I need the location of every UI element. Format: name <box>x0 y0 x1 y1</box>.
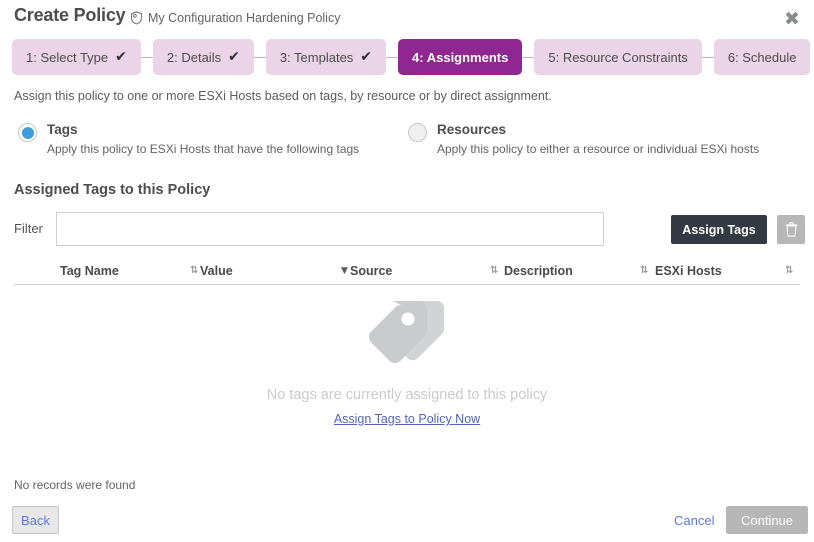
back-button[interactable]: Back <box>12 506 59 534</box>
radio-indicator-tags[interactable] <box>18 123 37 142</box>
radio-label-tags: Tags <box>47 122 78 137</box>
assign-tags-to-policy-now-link[interactable]: Assign Tags to Policy Now <box>334 412 480 426</box>
wizard-step-label: 4: Assignments <box>412 49 509 65</box>
policy-name-breadcrumb: My Configuration Hardening Policy <box>130 11 340 25</box>
sort-icon[interactable]: ⇅ <box>785 266 793 276</box>
instructions-text: Assign this policy to one or more ESXi H… <box>14 89 552 103</box>
column-header-tag-name[interactable]: Tag Name ⇅ <box>60 258 198 284</box>
wizard-step-templates[interactable]: 3: Templates ✔ <box>265 39 387 75</box>
assign-tags-button[interactable]: Assign Tags <box>671 215 767 244</box>
check-icon: ✔ <box>360 49 373 65</box>
page-title: Create Policy <box>14 5 126 25</box>
wizard-step-resource-constraints[interactable]: 5: Resource Constraints <box>534 39 702 75</box>
sort-icon-desc[interactable]: ▼ <box>341 266 348 276</box>
shield-icon <box>130 11 143 25</box>
records-status-text: No records were found <box>14 478 136 492</box>
wizard-step-label: 6: Schedule <box>727 49 797 65</box>
column-header-esxi-hosts[interactable]: ESXi Hosts ⇅ <box>655 258 795 284</box>
wizard-step-assignments[interactable]: 4: Assignments <box>398 39 523 75</box>
step-separator <box>522 56 535 58</box>
empty-state-message: No tags are currently assigned to this p… <box>266 387 548 403</box>
step-separator <box>253 56 266 58</box>
column-header-label: Value <box>200 264 233 278</box>
check-icon: ✔ <box>115 49 127 65</box>
trash-icon <box>785 222 798 237</box>
wizard-step-label: 5: Resource Constraints <box>548 49 688 65</box>
delete-button[interactable] <box>777 215 805 244</box>
cancel-button[interactable]: Cancel <box>666 506 722 534</box>
wizard-step-label: 3: Templates <box>279 49 354 65</box>
section-title-assigned-tags: Assigned Tags to this Policy <box>14 182 211 198</box>
wizard-step-schedule[interactable]: 6: Schedule <box>713 39 811 75</box>
sort-icon[interactable]: ⇅ <box>640 266 648 276</box>
column-header-label: Description <box>504 264 573 278</box>
radio-description-tags: Apply this policy to ESXi Hosts that hav… <box>47 142 360 156</box>
step-separator <box>701 56 714 58</box>
step-separator <box>140 56 153 58</box>
radio-option-tags[interactable]: Tags Apply this policy to ESXi Hosts tha… <box>18 122 359 156</box>
wizard-steps: 1: Select Type ✔ 2: Details ✔ 3: Templat… <box>12 39 811 75</box>
wizard-step-details[interactable]: 2: Details ✔ <box>152 39 254 75</box>
column-header-label: ESXi Hosts <box>655 264 722 278</box>
continue-button[interactable]: Continue <box>726 506 808 534</box>
column-header-label: Source <box>350 264 393 278</box>
tags-table-header: Tag Name ⇅ Value ▼ Source ⇅ Description … <box>14 258 800 285</box>
filter-label: Filter <box>14 221 43 236</box>
column-header-description[interactable]: Description ⇅ <box>504 258 648 284</box>
filter-input[interactable] <box>56 212 604 246</box>
radio-indicator-resources[interactable] <box>408 123 427 142</box>
step-separator <box>386 56 399 58</box>
radio-text-block-tags: Tags Apply this policy to ESXi Hosts tha… <box>47 122 359 156</box>
radio-option-resources[interactable]: Resources Apply this policy to either a … <box>408 122 759 156</box>
column-header-source[interactable]: Source ⇅ <box>350 258 498 284</box>
assignment-mode-group: Tags Apply this policy to ESXi Hosts tha… <box>0 122 814 167</box>
sort-icon[interactable]: ⇅ <box>190 266 198 276</box>
radio-text-block-resources: Resources Apply this policy to either a … <box>437 122 759 156</box>
empty-state: No tags are currently assigned to this p… <box>0 295 814 428</box>
sort-icon[interactable]: ⇅ <box>490 266 498 276</box>
radio-label-resources: Resources <box>437 122 507 137</box>
check-icon: ✔ <box>228 49 240 65</box>
column-header-label: Tag Name <box>60 264 119 278</box>
radio-description-resources: Apply this policy to either a resource o… <box>437 142 760 156</box>
column-header-value[interactable]: Value ▼ <box>200 258 350 284</box>
tags-icon <box>359 295 455 371</box>
wizard-step-select-type[interactable]: 1: Select Type ✔ <box>12 39 141 75</box>
wizard-header: Create Policy My Configuration Hardening… <box>0 0 814 36</box>
close-icon[interactable]: ✖ <box>780 7 804 31</box>
wizard-step-label: 1: Select Type <box>26 49 109 65</box>
wizard-step-label: 2: Details <box>166 49 222 65</box>
policy-name-text: My Configuration Hardening Policy <box>148 11 341 25</box>
